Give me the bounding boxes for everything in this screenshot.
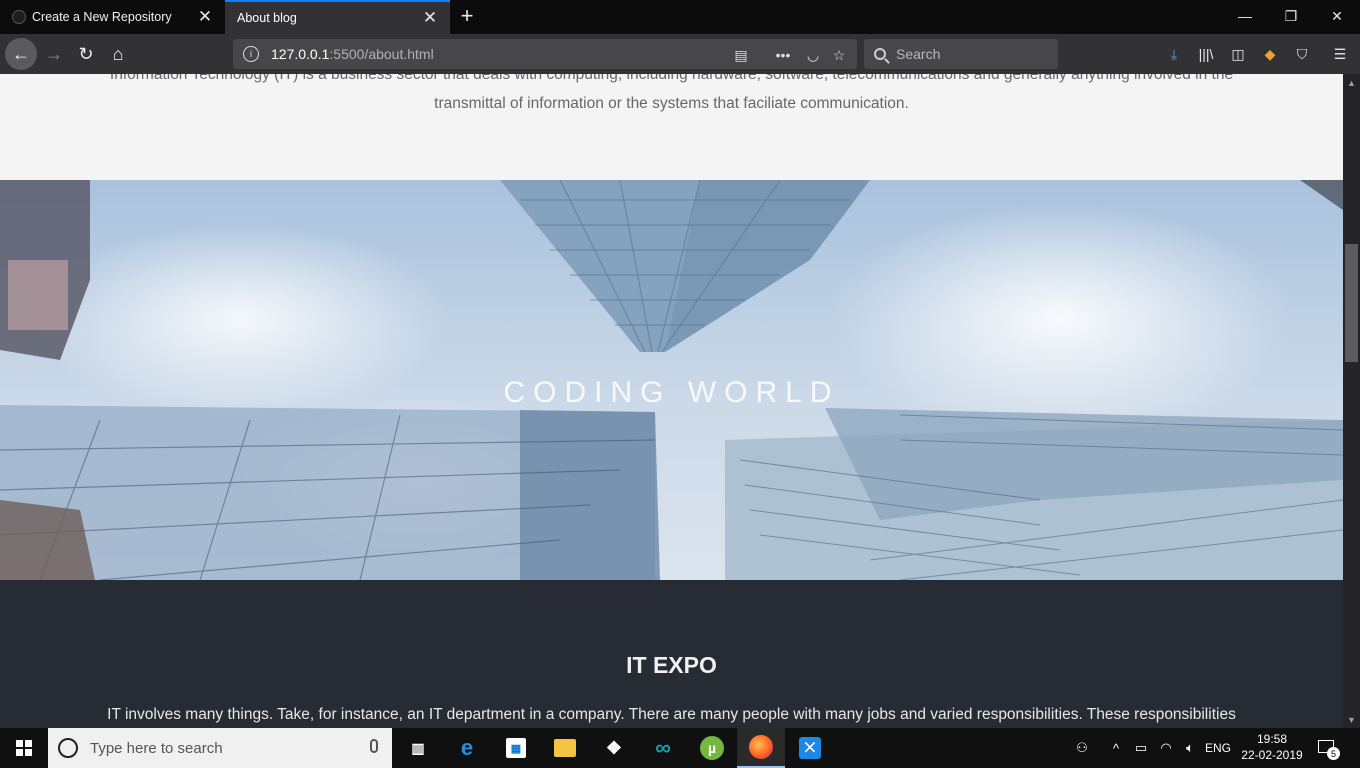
dropbox-app[interactable]: ❖ [590,728,638,768]
arduino-app[interactable]: ∞ [639,728,687,768]
vertical-scrollbar[interactable]: ▲ ▼ [1343,74,1360,728]
url-host: 127.0.0.1 [271,46,330,62]
minimize-button[interactable]: — [1222,0,1268,32]
menu-icon[interactable]: ☰ [1330,44,1350,64]
cortana-icon [58,738,78,758]
url-path: :5500/about.html [329,46,434,62]
search-icon [874,48,886,60]
task-view-icon: ▥ [411,739,425,756]
close-icon[interactable]: ✕ [420,8,440,28]
vscode-app[interactable]: ⨉ [786,728,834,768]
taskbar-search-placeholder: Type here to search [90,739,223,757]
wifi-icon[interactable]: ◠ [1156,738,1176,758]
folder-icon [554,739,576,757]
windows-logo-icon [16,740,32,756]
intro-line: transmittal of information or the system… [434,95,909,112]
search-placeholder: Search [896,46,941,62]
firefox-icon [749,735,773,759]
shield-icon[interactable]: ⛉ [1292,44,1312,64]
hero-title: CODING WORLD [503,376,840,409]
edge-app[interactable]: e [443,728,491,768]
tab-title: Create a New Repository [32,10,172,24]
language-indicator[interactable]: ENG [1204,738,1232,758]
firefox-app[interactable] [737,728,785,768]
it-expo-section: IT EXPO IT involves many things. Take, f… [0,580,1343,728]
store-app[interactable]: ▦ [492,728,540,768]
page-actions-icon[interactable]: ••• [773,45,793,65]
reader-view-icon[interactable]: ▤ [731,45,751,65]
utorrent-app[interactable]: µ [688,728,736,768]
show-hidden-icons-icon[interactable]: ^ [1108,738,1124,758]
section-paragraph: IT involves many things. Take, for insta… [107,706,1236,723]
close-icon[interactable]: ✕ [195,7,215,27]
scroll-thumb[interactable] [1345,244,1358,362]
reload-button[interactable]: ↻ [72,40,100,68]
store-icon: ▦ [506,738,526,758]
address-bar[interactable]: i 127.0.0.1:5500/about.html ▤ ••• ◡ ☆ [233,39,857,69]
utorrent-icon: µ [700,736,724,760]
pocket-icon[interactable]: ◡ [803,45,823,65]
tab-about-blog[interactable]: About blog ✕ [225,0,450,34]
info-icon[interactable]: i [243,46,259,62]
sidebar-icon[interactable]: ◫ [1228,44,1248,64]
github-icon [12,10,26,24]
tab-create-repository[interactable]: Create a New Repository ✕ [0,0,225,34]
brave-extension-icon[interactable]: ◆ [1260,44,1280,64]
action-center-button[interactable]: 5 [1316,736,1340,760]
page-viewport[interactable]: Information Technology (IT) is a busines… [0,74,1343,728]
tab-title: About blog [237,11,297,25]
file-explorer-app[interactable] [541,728,589,768]
intro-line: Information Technology (IT) is a busines… [109,74,1234,83]
hero-banner: CODING WORLD [0,180,1343,580]
clock[interactable]: 19:58 22-02-2019 [1234,731,1310,763]
windows-taskbar: Type here to search ▥ e ▦ ❖ ∞ µ ⨉ ⚇ ^ ▭ … [0,728,1360,768]
download-icon[interactable]: ⤓ [1164,44,1184,64]
dropbox-icon: ❖ [605,737,623,758]
edge-icon: e [460,735,474,760]
navigation-bar: ← → ↻ ⌂ i 127.0.0.1:5500/about.html ▤ ••… [0,34,1360,74]
battery-icon[interactable]: ▭ [1132,738,1150,758]
new-tab-button[interactable]: + [455,3,479,28]
scroll-down-arrow-icon[interactable]: ▼ [1343,711,1360,728]
search-box[interactable]: Search [864,39,1058,69]
taskbar-search-box[interactable]: Type here to search [48,728,392,768]
intro-paragraph: Information Technology (IT) is a busines… [80,74,1263,118]
clock-time: 19:58 [1256,732,1288,746]
home-button[interactable]: ⌂ [104,40,132,68]
scroll-up-arrow-icon[interactable]: ▲ [1343,74,1360,91]
close-window-button[interactable]: ✕ [1314,0,1360,32]
start-button[interactable] [0,728,48,768]
clock-date: 22-02-2019 [1241,748,1303,762]
back-button[interactable]: ← [5,38,37,70]
volume-icon[interactable]: 🔈︎ [1180,738,1200,758]
task-view-button[interactable]: ▥ [394,728,442,768]
library-icon[interactable]: |||\ [1196,44,1216,64]
people-icon[interactable]: ⚇ [1072,738,1092,758]
restore-button[interactable]: ❐ [1268,0,1314,32]
section-title: IT EXPO [626,652,717,678]
tab-strip: Create a New Repository ✕ About blog ✕ +… [0,0,1360,34]
microphone-icon[interactable] [370,739,378,753]
arduino-icon: ∞ [655,735,671,760]
forward-button[interactable]: → [40,40,68,68]
notification-badge: 5 [1327,747,1340,760]
vscode-icon: ⨉ [799,737,821,759]
bookmark-star-icon[interactable]: ☆ [829,45,849,65]
